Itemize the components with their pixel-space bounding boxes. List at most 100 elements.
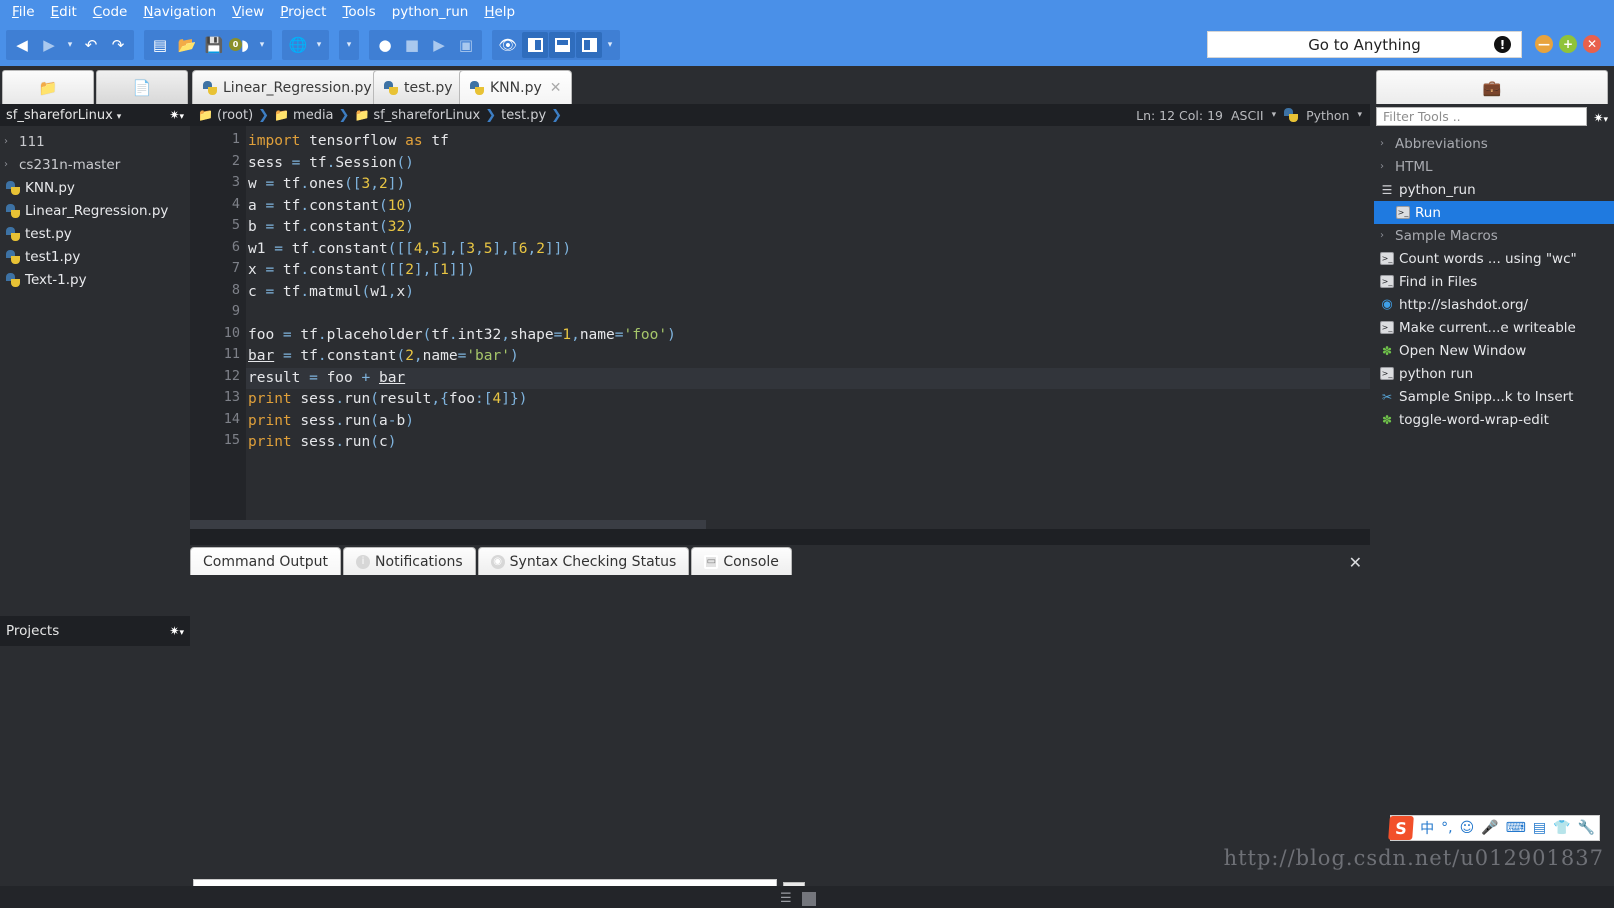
- menu-lines-icon[interactable]: ☰: [780, 891, 792, 906]
- editor-tab-linear-regression[interactable]: Linear_Regression.py ✕: [192, 70, 403, 104]
- save-macro-icon[interactable]: ▣: [453, 32, 479, 58]
- breadcrumb-part[interactable]: 📁 sf_shareforLinux: [354, 108, 480, 123]
- toolbox-item[interactable]: ☰ python_run: [1374, 178, 1614, 201]
- file-tree-item[interactable]: › cs231n-master: [0, 153, 190, 176]
- tab-close-icon[interactable]: ✕: [550, 80, 562, 96]
- projects-gear-icon[interactable]: ✷▾: [169, 623, 184, 639]
- places-gear-icon[interactable]: ✷▾: [169, 108, 184, 123]
- code-content[interactable]: import tensorflow as tf sess = tf.Session…: [246, 126, 1370, 520]
- maximize-button[interactable]: +: [1559, 35, 1577, 53]
- encoding-label[interactable]: ASCII: [1231, 108, 1264, 123]
- places-root-label[interactable]: sf_shareforLinux ▾: [6, 108, 121, 123]
- toolbox-item[interactable]: >_ Make current...e writeable: [1374, 316, 1614, 339]
- file-tree-item[interactable]: test1.py: [0, 245, 190, 268]
- editor-tab-knn[interactable]: KNN.py ✕: [459, 70, 573, 104]
- new-file-icon[interactable]: ▤: [147, 32, 173, 58]
- ime-icon-0[interactable]: 中: [1420, 818, 1434, 838]
- code-line[interactable]: bar = tf.constant(2,name='bar'): [246, 346, 1370, 368]
- toolbox-item[interactable]: >_ Run: [1374, 201, 1614, 224]
- toolbox-item[interactable]: › Abbreviations: [1374, 132, 1614, 155]
- code-line[interactable]: result = foo + bar: [246, 367, 1370, 389]
- menu-item-navigation[interactable]: Navigation: [135, 2, 224, 22]
- ime-icon-4[interactable]: ⌨: [1506, 820, 1526, 836]
- code-editor[interactable]: 1 2 3 4 5 6 7 8 9 10 11 12 13 14 15 import tensorflow …: [190, 126, 1370, 520]
- back-button[interactable]: ◀: [9, 32, 35, 58]
- projects-header[interactable]: Projects ✷▾: [0, 616, 190, 646]
- menu-item-code[interactable]: Code: [85, 2, 136, 22]
- toolbox-item[interactable]: ✽ Open New Window: [1374, 339, 1614, 362]
- code-line[interactable]: print sess.run(a-b): [246, 411, 1370, 433]
- file-tree-item[interactable]: KNN.py: [0, 176, 190, 199]
- toolbox-item[interactable]: >_ python run: [1374, 362, 1614, 385]
- ime-icon-6[interactable]: 👕: [1553, 820, 1570, 836]
- window-thumb-icon[interactable]: [801, 891, 816, 906]
- toolbox-item[interactable]: >_ Count words ... using "wc": [1374, 247, 1614, 270]
- file-tree-item[interactable]: Text-1.py: [0, 268, 190, 291]
- nav-dropdown-caret-icon[interactable]: ▾: [63, 32, 77, 58]
- toolbox-pane-tab[interactable]: 💼: [1376, 70, 1608, 104]
- toolbox-item[interactable]: › Sample Macros: [1374, 224, 1614, 247]
- toolbox-item[interactable]: ✂ Sample Snipp...k to Insert: [1374, 385, 1614, 408]
- code-line[interactable]: w = tf.ones([3,2]): [246, 174, 1370, 196]
- toggle-left-pane-icon[interactable]: [522, 32, 548, 58]
- menu-item-view[interactable]: View: [224, 2, 272, 22]
- save-file-icon[interactable]: 💾: [201, 32, 227, 58]
- bottom-tab-notifications[interactable]: i Notifications: [343, 547, 476, 575]
- menu-item-edit[interactable]: Edit: [43, 2, 85, 22]
- toolbox-item[interactable]: >_ Find in Files: [1374, 270, 1614, 293]
- breadcrumb-part[interactable]: test.py: [501, 108, 546, 123]
- bottom-panel-close-icon[interactable]: ✕: [1349, 553, 1362, 572]
- save-dropdown-caret-icon[interactable]: ▾: [255, 32, 269, 58]
- chevron-right-icon[interactable]: ›: [1380, 138, 1390, 149]
- bottom-tab-console[interactable]: ▭ Console: [691, 547, 792, 575]
- ime-icon-3[interactable]: 🎤: [1481, 820, 1498, 836]
- bottom-tab-syntax-checking-status[interactable]: ◉ Syntax Checking Status: [477, 547, 690, 575]
- open-file-icon[interactable]: 📂: [174, 32, 200, 58]
- language-label[interactable]: Python: [1306, 108, 1349, 123]
- toolbox-item[interactable]: ◉ http://slashdot.org/: [1374, 293, 1614, 316]
- code-line[interactable]: c = tf.matmul(w1,x): [246, 282, 1370, 304]
- editor-horizontal-scrollbar[interactable]: [190, 520, 706, 529]
- menu-item-tools[interactable]: Tools: [334, 2, 383, 22]
- preview-dropdown-caret-icon[interactable]: ▾: [312, 32, 326, 58]
- filter-tools-input[interactable]: Filter Tools ..: [1376, 106, 1588, 126]
- bottom-tab-command-output[interactable]: Command Output: [190, 547, 342, 575]
- code-line[interactable]: print sess.run(c): [246, 432, 1370, 454]
- save-all-icon[interactable]: 0 ◗: [228, 32, 254, 58]
- language-caret-icon[interactable]: ▾: [1357, 110, 1362, 120]
- encoding-caret-icon[interactable]: ▾: [1272, 110, 1277, 120]
- code-line[interactable]: print sess.run(result,{foo:[4]}): [246, 389, 1370, 411]
- toolbox-item[interactable]: › HTML: [1374, 155, 1614, 178]
- menu-item-help[interactable]: Help: [476, 2, 523, 22]
- misc-dropdown-caret-icon[interactable]: ▾: [342, 32, 356, 58]
- code-line[interactable]: b = tf.constant(32): [246, 217, 1370, 239]
- redo-button[interactable]: ↷: [105, 32, 131, 58]
- toggle-right-pane-icon[interactable]: [576, 32, 602, 58]
- sogou-logo-icon[interactable]: S: [1388, 816, 1415, 840]
- breadcrumb-part[interactable]: 📁 media: [274, 108, 333, 123]
- breadcrumb-part[interactable]: 📁 (root): [198, 108, 253, 123]
- close-button[interactable]: ✕: [1583, 35, 1601, 53]
- layout-dropdown-caret-icon[interactable]: ▾: [603, 32, 617, 58]
- code-line[interactable]: w1 = tf.constant([[4,5],[3,5],[6,2]]): [246, 239, 1370, 261]
- info-icon[interactable]: !: [1494, 36, 1511, 53]
- chevron-right-icon[interactable]: ›: [1380, 230, 1390, 241]
- menu-item-project[interactable]: Project: [272, 2, 334, 22]
- places-pane-tab[interactable]: 📁: [2, 70, 94, 104]
- ime-icon-5[interactable]: ▤: [1533, 820, 1546, 836]
- minimize-button[interactable]: —: [1535, 35, 1553, 53]
- toolbox-gear-icon[interactable]: ✷▾: [1593, 107, 1608, 126]
- undo-button[interactable]: ↶: [78, 32, 104, 58]
- show-whitespace-eye-icon[interactable]: 👁: [495, 32, 521, 58]
- notebook-pane-tab[interactable]: 📄: [96, 70, 188, 104]
- ime-icon-2[interactable]: ☺: [1460, 820, 1475, 836]
- toolbox-item[interactable]: ✽ toggle-word-wrap-edit: [1374, 408, 1614, 431]
- code-line[interactable]: foo = tf.placeholder(tf.int32,shape=1,na…: [246, 325, 1370, 347]
- play-macro-icon[interactable]: ▶: [426, 32, 452, 58]
- menu-item-file[interactable]: File: [4, 2, 43, 22]
- chevron-right-icon[interactable]: ›: [4, 136, 14, 147]
- stop-macro-icon[interactable]: ■: [399, 32, 425, 58]
- code-line[interactable]: a = tf.constant(10): [246, 196, 1370, 218]
- toggle-bottom-pane-icon[interactable]: [549, 32, 575, 58]
- code-line[interactable]: sess = tf.Session(): [246, 153, 1370, 175]
